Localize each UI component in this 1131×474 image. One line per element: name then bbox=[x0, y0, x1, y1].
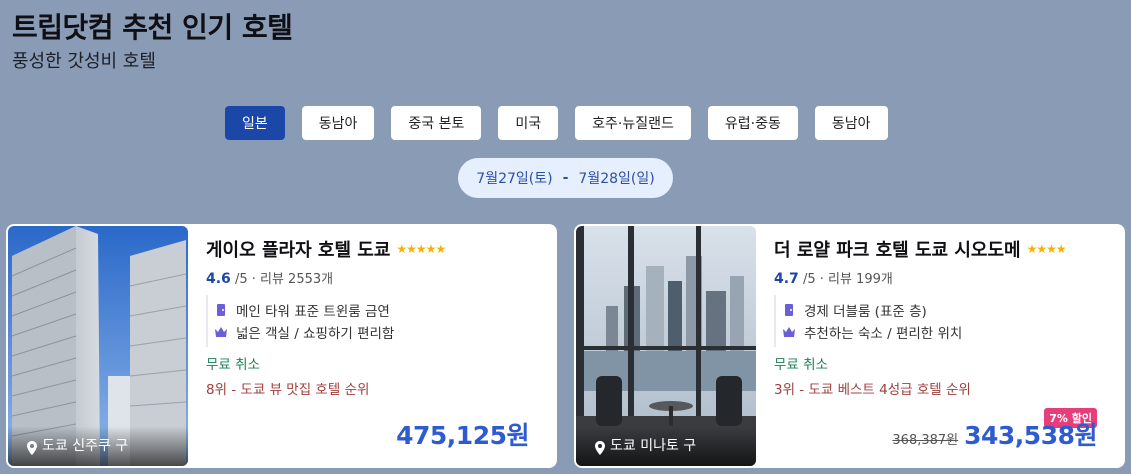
date-range-selector[interactable]: 7월27일(토) - 7월28일(일) bbox=[458, 158, 673, 198]
hotel-location: 도쿄 신주쿠 구 bbox=[8, 426, 188, 466]
hotel-name[interactable]: 게이오 플라자 호텔 도쿄 bbox=[206, 236, 390, 262]
tab-southeast-asia-2[interactable]: 동남아 bbox=[814, 106, 888, 140]
date-separator: - bbox=[562, 170, 569, 186]
review-summary: /5 · 리뷰 199개 bbox=[802, 272, 893, 287]
tab-usa[interactable]: 미국 bbox=[498, 106, 559, 140]
location-pin-icon bbox=[27, 441, 37, 455]
hotel-photo: 도쿄 미나토 구 bbox=[576, 226, 756, 466]
review-score: 4.7 bbox=[774, 271, 799, 287]
location-label: 도쿄 미나토 구 bbox=[610, 438, 697, 454]
free-cancellation: 무료 취소 bbox=[206, 357, 260, 373]
ranking-link[interactable]: 8위 - 도쿄 뷰 맛집 호텔 순위 bbox=[206, 378, 543, 398]
review-rating: 4.7 /5 · 리뷰 199개 bbox=[774, 268, 1111, 287]
tab-europe-middle-east[interactable]: 유럽·중동 bbox=[707, 106, 798, 140]
page-subtitle: 풍성한 갓성비 호텔 bbox=[12, 51, 156, 72]
ranking-link[interactable]: 3위 - 도쿄 베스트 4성급 호텔 순위 bbox=[774, 378, 1111, 398]
checkin-date: 7월27일(토) bbox=[476, 171, 553, 187]
hotel-photo: 도쿄 신주쿠 구 bbox=[8, 226, 188, 466]
hotel-name[interactable]: 더 로얄 파크 호텔 도쿄 시오도메 bbox=[774, 236, 1021, 262]
highlight-text: 추천하는 숙소 / 편리한 위치 bbox=[804, 326, 963, 342]
door-icon bbox=[217, 304, 225, 316]
tab-japan[interactable]: 일본 bbox=[225, 106, 285, 140]
tab-mainland-china[interactable]: 중국 본토 bbox=[391, 106, 482, 140]
crown-icon bbox=[215, 327, 227, 337]
page-title: 트립닷컴 추천 인기 호텔 bbox=[12, 11, 293, 44]
review-summary: /5 · 리뷰 2553개 bbox=[234, 272, 334, 287]
original-price: 368,387원 bbox=[892, 433, 959, 448]
tab-southeast-asia[interactable]: 동남아 bbox=[301, 106, 375, 140]
hotel-location: 도쿄 미나토 구 bbox=[576, 426, 756, 466]
review-score: 4.6 bbox=[206, 271, 231, 287]
feature-tags: 경제 더블룸 (표준 층) 추천하는 숙소 / 편리한 위치 bbox=[774, 295, 1111, 347]
price-row: 368,387원 343,538원 bbox=[892, 416, 1097, 452]
hotel-card[interactable]: 도쿄 신주쿠 구 게이오 플라자 호텔 도쿄 ★★★★★ 4.6 /5 · 리뷰… bbox=[6, 224, 557, 468]
star-rating-icon: ★★★★ bbox=[1026, 242, 1067, 256]
checkout-date: 7월28일(일) bbox=[578, 171, 655, 187]
star-rating-icon: ★★★★★ bbox=[396, 242, 446, 256]
crown-icon bbox=[783, 327, 795, 337]
feature-tags: 메인 타워 표준 트윈룸 금연 넓은 객실 / 쇼핑하기 편리함 bbox=[206, 295, 543, 347]
free-cancellation: 무료 취소 bbox=[774, 357, 828, 373]
highlight-text: 넓은 객실 / 쇼핑하기 편리함 bbox=[236, 326, 395, 342]
room-type: 경제 더블룸 (표준 층) bbox=[804, 304, 927, 320]
room-type: 메인 타워 표준 트윈룸 금연 bbox=[236, 304, 390, 320]
region-tabs: 일본 동남아 중국 본토 미국 호주·뉴질랜드 유럽·중동 동남아 bbox=[225, 106, 888, 140]
hotel-card[interactable]: 도쿄 미나토 구 더 로얄 파크 호텔 도쿄 시오도메 ★★★★ 4.7 /5 … bbox=[574, 224, 1125, 468]
hotel-price: 343,538원 bbox=[964, 421, 1097, 450]
review-rating: 4.6 /5 · 리뷰 2553개 bbox=[206, 268, 543, 287]
location-label: 도쿄 신주쿠 구 bbox=[42, 438, 129, 454]
door-icon bbox=[785, 304, 793, 316]
tab-australia-nz[interactable]: 호주·뉴질랜드 bbox=[575, 106, 691, 140]
hotel-price: 475,125원 bbox=[396, 421, 529, 450]
location-pin-icon bbox=[595, 441, 605, 455]
